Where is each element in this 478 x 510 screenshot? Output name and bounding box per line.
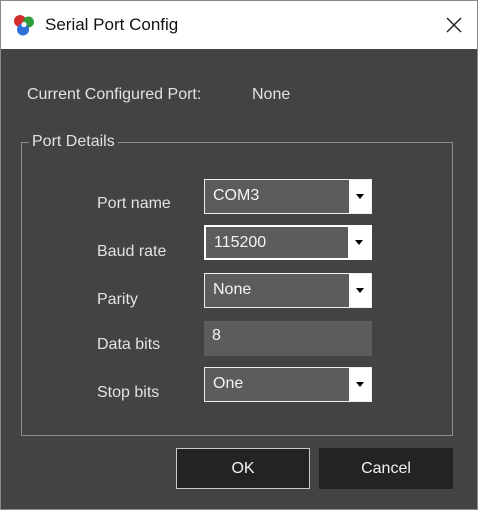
dropdown-arrow-icon (356, 194, 364, 199)
port-name-dropdown-arrow[interactable] (349, 180, 371, 213)
baud-rate-dropdown[interactable]: 115200 (204, 225, 372, 260)
ok-button[interactable]: OK (176, 448, 310, 489)
current-port-label: Current Configured Port: (27, 86, 202, 103)
serial-port-config-dialog: Serial Port Config Current Configured Po… (0, 0, 478, 510)
data-bits-field: 8 (204, 321, 372, 356)
parity-dropdown[interactable]: None (204, 273, 372, 308)
parity-dropdown-arrow[interactable] (349, 274, 371, 307)
port-details-title: Port Details (29, 132, 118, 152)
dropdown-arrow-icon (356, 382, 364, 387)
baud-rate-dropdown-arrow[interactable] (348, 227, 370, 258)
cancel-button[interactable]: Cancel (319, 448, 453, 489)
parity-value: None (213, 281, 252, 298)
data-bits-label: Data bits (97, 336, 161, 353)
close-icon (446, 17, 462, 33)
app-logo-icon (14, 15, 34, 36)
data-bits-value: 8 (212, 327, 221, 344)
stop-bits-dropdown[interactable]: One (204, 367, 372, 402)
baud-rate-label: Baud rate (97, 243, 167, 260)
stop-bits-label: Stop bits (97, 384, 160, 401)
port-name-dropdown[interactable]: COM3 (204, 179, 372, 214)
current-port-value: None (252, 86, 291, 103)
dropdown-arrow-icon (356, 288, 364, 293)
port-name-label: Port name (97, 195, 171, 212)
parity-label: Parity (97, 291, 138, 308)
dialog-title: Serial Port Config (45, 15, 179, 34)
dropdown-arrow-icon (355, 240, 363, 245)
baud-rate-value: 115200 (214, 234, 267, 251)
close-button[interactable] (431, 1, 477, 49)
stop-bits-dropdown-arrow[interactable] (349, 368, 371, 401)
stop-bits-value: One (213, 375, 244, 392)
port-name-value: COM3 (213, 187, 260, 204)
title-bar: Serial Port Config (1, 1, 477, 49)
